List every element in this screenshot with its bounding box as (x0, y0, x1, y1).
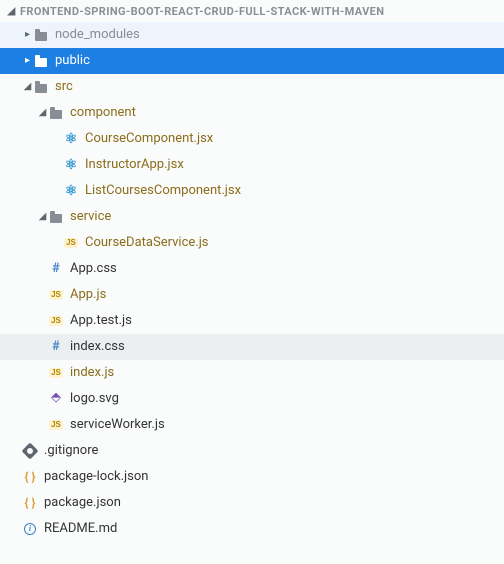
chevron-down-icon: ◢ (22, 74, 33, 100)
tree-item-label: public (55, 48, 90, 74)
folder-icon (48, 105, 64, 121)
chevron-down-icon: ◢ (37, 100, 48, 126)
tree-item-label: CourseDataService.js (85, 230, 209, 256)
tree-item-label: service (70, 204, 111, 230)
tree-item-indexjs[interactable]: JS index.js (0, 360, 504, 386)
folder-icon (33, 53, 49, 69)
arrow-spacer (52, 178, 63, 204)
tree-item-appcss[interactable]: # App.css (0, 256, 504, 282)
tree-item-listcourses[interactable]: ⚛ ListCoursesComponent.jsx (0, 178, 504, 204)
arrow-spacer (37, 360, 48, 386)
tree-item-label: serviceWorker.js (70, 412, 165, 438)
react-icon: ⚛ (63, 183, 79, 199)
hash-icon: # (48, 339, 64, 355)
tree-item-label: node_modules (55, 22, 140, 48)
hash-icon: # (48, 261, 64, 277)
arrow-spacer (52, 126, 63, 152)
folder-icon (33, 79, 49, 95)
tree-item-coursedata[interactable]: JS CourseDataService.js (0, 230, 504, 256)
tree-item-label: CourseComponent.jsx (85, 126, 213, 152)
tree-item-logosvg[interactable]: ⬘ logo.svg (0, 386, 504, 412)
js-icon: JS (48, 287, 64, 303)
tree-item-label: App.css (70, 256, 117, 282)
chevron-down-icon: ◢ (6, 6, 17, 17)
tree-item-public[interactable]: ▸ public (0, 48, 504, 74)
tree-item-label: README.md (44, 516, 117, 542)
tree-item-label: component (70, 100, 136, 126)
arrow-spacer (37, 282, 48, 308)
tree-item-label: InstructorApp.jsx (85, 152, 184, 178)
tree-item-pkglock[interactable]: { } package-lock.json (0, 464, 504, 490)
tree-item-label: .gitignore (44, 438, 98, 464)
react-icon: ⚛ (63, 157, 79, 173)
tree-item-label: package-lock.json (44, 464, 148, 490)
arrow-spacer (52, 152, 63, 178)
tree-item-sw[interactable]: JS serviceWorker.js (0, 412, 504, 438)
js-icon: JS (48, 417, 64, 433)
chevron-down-icon: ◢ (37, 204, 48, 230)
svg-icon: ⬘ (48, 391, 64, 407)
js-icon: JS (48, 313, 64, 329)
tree-item-appjs[interactable]: JS App.js (0, 282, 504, 308)
project-title: FRONTEND-SPRING-BOOT-REACT-CRUD-FULL-STA… (20, 5, 384, 18)
tree-item-label: src (55, 74, 73, 100)
tree-item-label: ListCoursesComponent.jsx (85, 178, 241, 204)
braces-icon: { } (22, 469, 38, 485)
tree-item-pkg[interactable]: { } package.json (0, 490, 504, 516)
arrow-spacer (37, 386, 48, 412)
tree-item-instructor[interactable]: ⚛ InstructorApp.jsx (0, 152, 504, 178)
js-icon: JS (63, 235, 79, 251)
tree-item-label: App.js (70, 282, 106, 308)
folder-icon (33, 27, 49, 43)
tree-item-label: package.json (44, 490, 121, 516)
react-icon: ⚛ (63, 131, 79, 147)
info-icon: i (22, 521, 38, 537)
tree-item-node_modules[interactable]: ▸ node_modules (0, 22, 504, 48)
tree-item-label: logo.svg (70, 386, 119, 412)
tree-item-component[interactable]: ◢ component (0, 100, 504, 126)
project-title-row[interactable]: ◢ FRONTEND-SPRING-BOOT-REACT-CRUD-FULL-S… (0, 0, 504, 22)
tree-item-readme[interactable]: i README.md (0, 516, 504, 542)
arrow-spacer (37, 308, 48, 334)
tree-item-label: index.css (70, 334, 125, 360)
arrow-spacer (37, 256, 48, 282)
git-icon (22, 443, 38, 459)
tree-item-service[interactable]: ◢ service (0, 204, 504, 230)
tree-item-src[interactable]: ◢ src (0, 74, 504, 100)
tree-item-coursecomp[interactable]: ⚛ CourseComponent.jsx (0, 126, 504, 152)
tree-item-label: App.test.js (70, 308, 132, 334)
file-tree: ▸ node_modules ▸ public ◢ src ◢ component ⚛ Cour… (0, 22, 504, 542)
tree-item-indexcss[interactable]: # index.css (0, 334, 504, 360)
chevron-right-icon: ▸ (22, 22, 33, 48)
arrow-spacer (37, 412, 48, 438)
folder-icon (48, 209, 64, 225)
arrow-spacer (37, 334, 48, 360)
braces-icon: { } (22, 495, 38, 511)
tree-item-gitignore[interactable]: .gitignore (0, 438, 504, 464)
arrow-spacer (52, 230, 63, 256)
chevron-right-icon: ▸ (22, 48, 33, 74)
tree-item-label: index.js (70, 360, 114, 386)
tree-item-apptest[interactable]: JS App.test.js (0, 308, 504, 334)
js-icon: JS (48, 365, 64, 381)
